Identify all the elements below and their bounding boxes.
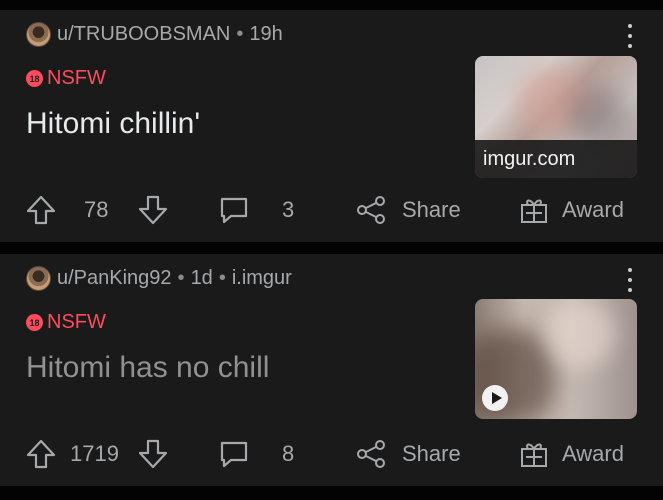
separator: • bbox=[218, 267, 226, 289]
nsfw-label: NSFW bbox=[47, 311, 106, 333]
comments-button[interactable] bbox=[218, 436, 250, 472]
share-button[interactable]: Share bbox=[356, 436, 461, 472]
post-title[interactable]: Hitomi chillin' bbox=[26, 106, 200, 142]
award-icon bbox=[518, 194, 550, 226]
avatar[interactable] bbox=[26, 22, 51, 47]
post-time: 19h bbox=[249, 23, 283, 45]
nsfw-badge-icon: 18 bbox=[26, 70, 43, 87]
more-options-icon[interactable] bbox=[621, 24, 639, 48]
award-icon bbox=[518, 438, 550, 470]
share-button[interactable]: Share bbox=[356, 192, 461, 228]
downvote-button[interactable] bbox=[138, 192, 168, 228]
downvote-button[interactable] bbox=[138, 436, 168, 472]
upvote-button[interactable] bbox=[26, 192, 56, 228]
vote-count: 78 bbox=[84, 197, 109, 222]
nsfw-tag: 18 NSFW bbox=[26, 67, 106, 90]
post-domain[interactable]: i.imgur bbox=[232, 267, 292, 290]
post-time: 1d bbox=[190, 267, 213, 289]
upvote-icon bbox=[26, 438, 56, 470]
award-label: Award bbox=[562, 197, 624, 222]
nsfw-label: NSFW bbox=[47, 67, 106, 89]
post-thumbnail[interactable] bbox=[475, 299, 637, 419]
separator: • bbox=[236, 23, 244, 45]
post-thumbnail[interactable]: imgur.com bbox=[475, 56, 637, 178]
blurred-image bbox=[545, 299, 615, 369]
thumbnail-domain: imgur.com bbox=[475, 140, 637, 178]
vote-count: 1719 bbox=[70, 441, 119, 466]
share-icon bbox=[356, 194, 386, 226]
post-meta: u/PanKing92 • 1d • i.imgur bbox=[26, 266, 292, 291]
award-label: Award bbox=[562, 441, 624, 466]
post-card[interactable]: u/PanKing92 • 1d • i.imgur 18 NSFW Hitom… bbox=[0, 254, 663, 486]
post-title[interactable]: Hitomi has no chill bbox=[26, 350, 269, 386]
more-options-icon[interactable] bbox=[621, 268, 639, 292]
play-icon[interactable] bbox=[482, 385, 508, 411]
share-icon bbox=[356, 438, 386, 470]
upvote-icon bbox=[26, 194, 56, 226]
share-label: Share bbox=[402, 441, 461, 466]
award-button[interactable]: Award bbox=[518, 436, 624, 472]
downvote-icon bbox=[138, 438, 168, 470]
blurred-image bbox=[567, 86, 627, 146]
comment-count: 8 bbox=[282, 441, 295, 466]
comments-button[interactable] bbox=[218, 192, 250, 228]
downvote-icon bbox=[138, 194, 168, 226]
comment-icon bbox=[218, 438, 250, 470]
avatar[interactable] bbox=[26, 266, 51, 291]
award-button[interactable]: Award bbox=[518, 192, 624, 228]
author-link[interactable]: u/TRUBOOBSMAN bbox=[57, 23, 230, 46]
post-meta: u/TRUBOOBSMAN • 19h bbox=[26, 22, 283, 47]
feed: u/TRUBOOBSMAN • 19h 18 NSFW Hitomi chill… bbox=[0, 0, 663, 500]
upvote-button[interactable] bbox=[26, 436, 56, 472]
post-card[interactable]: u/TRUBOOBSMAN • 19h 18 NSFW Hitomi chill… bbox=[0, 10, 663, 242]
post-actions: 78 3 Share Award bbox=[26, 192, 636, 228]
nsfw-tag: 18 NSFW bbox=[26, 311, 106, 334]
share-label: Share bbox=[402, 197, 461, 222]
nsfw-badge-icon: 18 bbox=[26, 314, 43, 331]
comment-icon bbox=[218, 194, 250, 226]
post-actions: 1719 8 Share Award bbox=[26, 436, 636, 472]
comment-count: 3 bbox=[282, 197, 295, 222]
author-link[interactable]: u/PanKing92 bbox=[57, 267, 172, 290]
separator: • bbox=[177, 267, 185, 289]
